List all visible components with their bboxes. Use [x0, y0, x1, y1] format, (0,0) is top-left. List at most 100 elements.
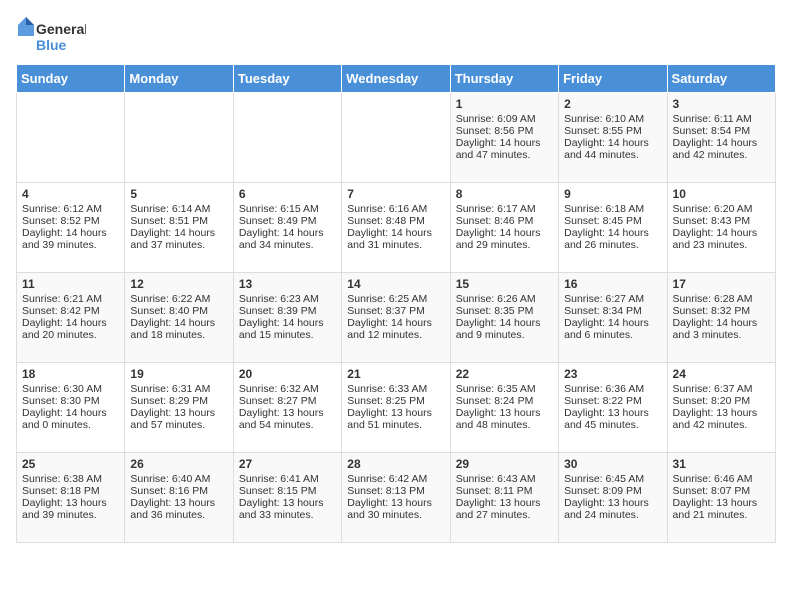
day-info: Daylight: 13 hours and 39 minutes. [22, 497, 119, 521]
day-info: Sunrise: 6:27 AM [564, 293, 661, 305]
day-info: Sunset: 8:32 PM [673, 305, 770, 317]
calendar-cell: 30Sunrise: 6:45 AMSunset: 8:09 PMDayligh… [559, 453, 667, 543]
day-number: 13 [239, 277, 336, 291]
day-number: 22 [456, 367, 553, 381]
calendar-cell: 31Sunrise: 6:46 AMSunset: 8:07 PMDayligh… [667, 453, 775, 543]
calendar-cell: 24Sunrise: 6:37 AMSunset: 8:20 PMDayligh… [667, 363, 775, 453]
svg-text:General: General [36, 21, 86, 37]
day-info: Sunrise: 6:10 AM [564, 113, 661, 125]
day-info: Daylight: 13 hours and 36 minutes. [130, 497, 227, 521]
col-header-sunday: Sunday [17, 65, 125, 93]
day-info: Sunrise: 6:23 AM [239, 293, 336, 305]
calendar-cell [17, 93, 125, 183]
day-info: Daylight: 13 hours and 57 minutes. [130, 407, 227, 431]
col-header-saturday: Saturday [667, 65, 775, 93]
week-row-2: 4Sunrise: 6:12 AMSunset: 8:52 PMDaylight… [17, 183, 776, 273]
day-info: Daylight: 14 hours and 26 minutes. [564, 227, 661, 251]
calendar-cell: 6Sunrise: 6:15 AMSunset: 8:49 PMDaylight… [233, 183, 341, 273]
day-info: Sunset: 8:24 PM [456, 395, 553, 407]
day-info: Sunrise: 6:20 AM [673, 203, 770, 215]
day-number: 9 [564, 187, 661, 201]
day-info: Sunset: 8:27 PM [239, 395, 336, 407]
col-header-thursday: Thursday [450, 65, 558, 93]
calendar-cell: 25Sunrise: 6:38 AMSunset: 8:18 PMDayligh… [17, 453, 125, 543]
day-info: Sunrise: 6:17 AM [456, 203, 553, 215]
day-info: Daylight: 13 hours and 51 minutes. [347, 407, 444, 431]
day-number: 29 [456, 457, 553, 471]
day-info: Sunset: 8:07 PM [673, 485, 770, 497]
calendar-cell: 5Sunrise: 6:14 AMSunset: 8:51 PMDaylight… [125, 183, 233, 273]
day-info: Sunrise: 6:43 AM [456, 473, 553, 485]
day-number: 26 [130, 457, 227, 471]
day-info: Daylight: 14 hours and 15 minutes. [239, 317, 336, 341]
calendar-cell: 15Sunrise: 6:26 AMSunset: 8:35 PMDayligh… [450, 273, 558, 363]
day-info: Daylight: 13 hours and 48 minutes. [456, 407, 553, 431]
day-info: Sunrise: 6:12 AM [22, 203, 119, 215]
calendar-cell: 3Sunrise: 6:11 AMSunset: 8:54 PMDaylight… [667, 93, 775, 183]
calendar-cell: 19Sunrise: 6:31 AMSunset: 8:29 PMDayligh… [125, 363, 233, 453]
day-info: Sunset: 8:42 PM [22, 305, 119, 317]
day-number: 19 [130, 367, 227, 381]
day-number: 23 [564, 367, 661, 381]
col-header-friday: Friday [559, 65, 667, 93]
day-info: Sunset: 8:43 PM [673, 215, 770, 227]
day-number: 24 [673, 367, 770, 381]
day-info: Daylight: 14 hours and 18 minutes. [130, 317, 227, 341]
day-info: Daylight: 14 hours and 34 minutes. [239, 227, 336, 251]
day-info: Daylight: 14 hours and 20 minutes. [22, 317, 119, 341]
day-info: Sunrise: 6:18 AM [564, 203, 661, 215]
day-number: 15 [456, 277, 553, 291]
day-info: Sunrise: 6:26 AM [456, 293, 553, 305]
calendar-cell [233, 93, 341, 183]
calendar-cell: 29Sunrise: 6:43 AMSunset: 8:11 PMDayligh… [450, 453, 558, 543]
calendar-cell: 4Sunrise: 6:12 AMSunset: 8:52 PMDaylight… [17, 183, 125, 273]
day-info: Daylight: 13 hours and 27 minutes. [456, 497, 553, 521]
day-number: 12 [130, 277, 227, 291]
logo: General Blue [16, 16, 86, 54]
day-info: Sunset: 8:45 PM [564, 215, 661, 227]
day-number: 18 [22, 367, 119, 381]
day-info: Daylight: 14 hours and 12 minutes. [347, 317, 444, 341]
day-info: Sunset: 8:18 PM [22, 485, 119, 497]
calendar-cell: 2Sunrise: 6:10 AMSunset: 8:55 PMDaylight… [559, 93, 667, 183]
day-info: Daylight: 13 hours and 21 minutes. [673, 497, 770, 521]
calendar-table: SundayMondayTuesdayWednesdayThursdayFrid… [16, 64, 776, 543]
day-info: Sunset: 8:13 PM [347, 485, 444, 497]
day-info: Sunset: 8:25 PM [347, 395, 444, 407]
calendar-cell: 28Sunrise: 6:42 AMSunset: 8:13 PMDayligh… [342, 453, 450, 543]
calendar-cell: 16Sunrise: 6:27 AMSunset: 8:34 PMDayligh… [559, 273, 667, 363]
day-info: Sunrise: 6:25 AM [347, 293, 444, 305]
day-info: Daylight: 13 hours and 54 minutes. [239, 407, 336, 431]
calendar-cell: 20 Sunrise: 6:32 AMSunset: 8:27 PMDayligh… [233, 363, 341, 453]
day-info: Daylight: 14 hours and 0 minutes. [22, 407, 119, 431]
day-info: Sunset: 8:49 PM [239, 215, 336, 227]
day-number: 31 [673, 457, 770, 471]
day-info: Sunset: 8:51 PM [130, 215, 227, 227]
day-info: Sunset: 8:40 PM [130, 305, 227, 317]
day-number: 30 [564, 457, 661, 471]
day-info: Daylight: 14 hours and 9 minutes. [456, 317, 553, 341]
day-number: 4 [22, 187, 119, 201]
day-info: Sunrise: 6:32 AM [239, 383, 336, 395]
day-info: Sunrise: 6:40 AM [130, 473, 227, 485]
calendar-cell: 13Sunrise: 6:23 AMSunset: 8:39 PMDayligh… [233, 273, 341, 363]
calendar-cell: 14Sunrise: 6:25 AMSunset: 8:37 PMDayligh… [342, 273, 450, 363]
day-info: Sunset: 8:20 PM [673, 395, 770, 407]
calendar-cell [125, 93, 233, 183]
day-info: Sunrise: 6:30 AM [22, 383, 119, 395]
day-info: Sunset: 8:54 PM [673, 125, 770, 137]
calendar-cell: 22 Sunrise: 6:35 AMSunset: 8:24 PMDayligh… [450, 363, 558, 453]
day-number: 20 [239, 367, 336, 381]
col-header-monday: Monday [125, 65, 233, 93]
week-row-1: 1Sunrise: 6:09 AMSunset: 8:56 PMDaylight… [17, 93, 776, 183]
day-info: Sunrise: 6:45 AM [564, 473, 661, 485]
day-info: Sunrise: 6:16 AM [347, 203, 444, 215]
day-info: Sunrise: 6:35 AM [456, 383, 553, 395]
day-number: 6 [239, 187, 336, 201]
day-number: 11 [22, 277, 119, 291]
day-info: Sunset: 8:09 PM [564, 485, 661, 497]
calendar-cell: 17Sunrise: 6:28 AMSunset: 8:32 PMDayligh… [667, 273, 775, 363]
day-number: 17 [673, 277, 770, 291]
day-number: 25 [22, 457, 119, 471]
day-info: Sunrise: 6:09 AM [456, 113, 553, 125]
